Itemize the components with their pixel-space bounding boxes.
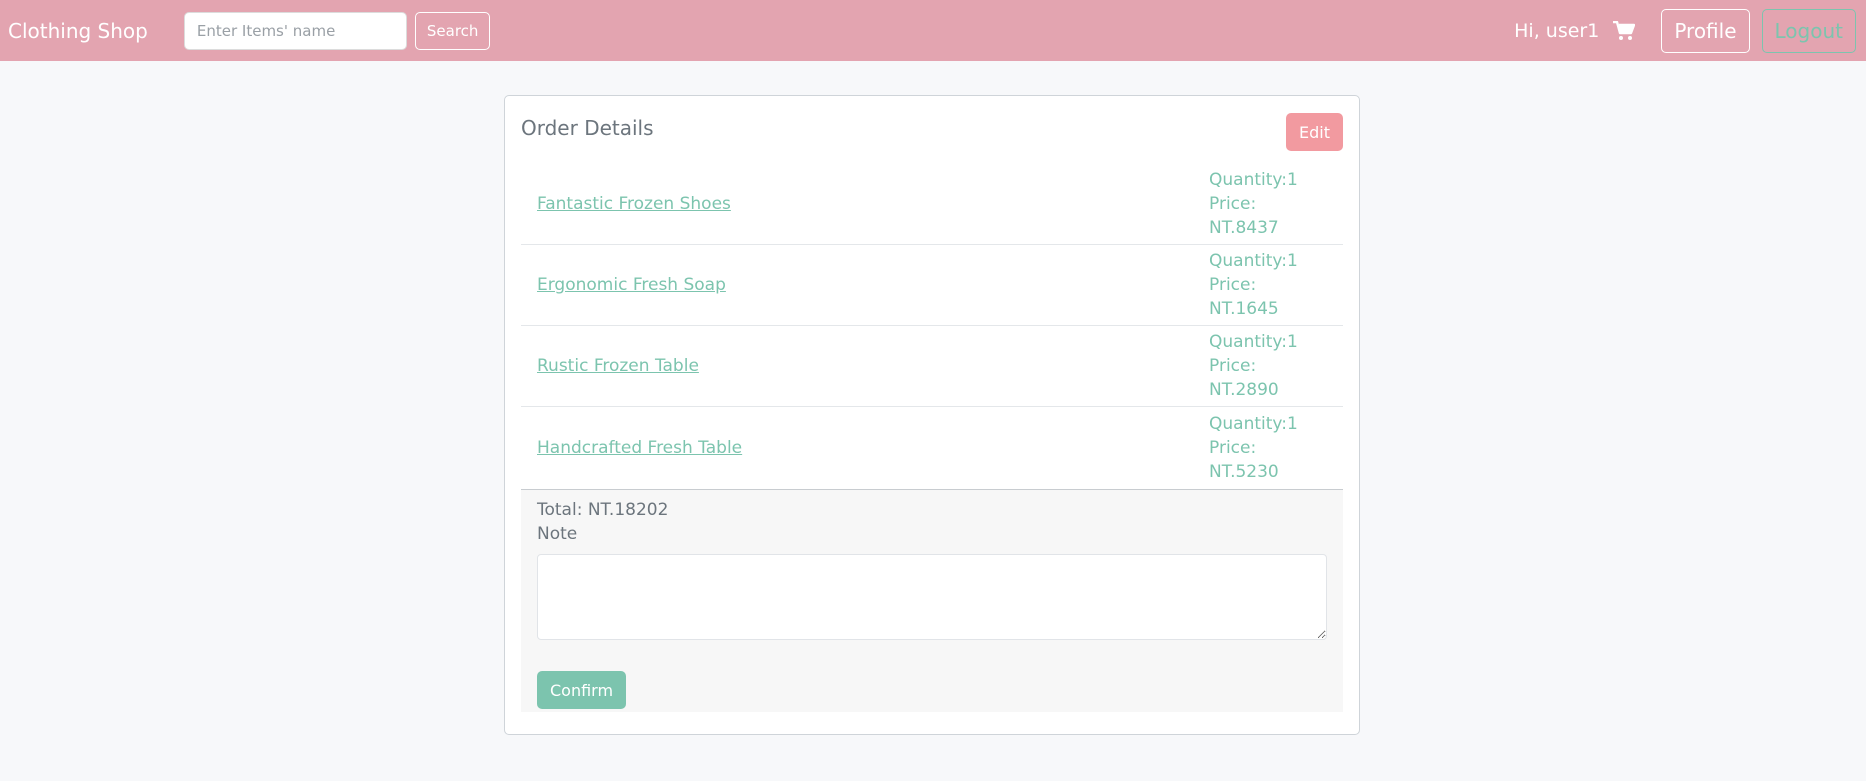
item-price: Price: NT.8437 <box>1209 194 1279 238</box>
order-details-card: Order Details Edit Fantastic Frozen Shoe… <box>504 95 1360 735</box>
search-input[interactable] <box>183 11 407 50</box>
note-textarea[interactable] <box>537 554 1327 640</box>
brand-logo[interactable]: Clothing Shop <box>8 19 148 43</box>
list-item: Fantastic Frozen Shoes Quantity:1 Price:… <box>521 164 1343 245</box>
confirm-button[interactable]: Confirm <box>537 671 627 709</box>
item-price: Price: NT.1645 <box>1209 275 1279 319</box>
note-label: Note <box>537 524 578 544</box>
item-name-link[interactable]: Handcrafted Fresh Table <box>537 438 742 458</box>
profile-button[interactable]: Profile <box>1661 8 1750 53</box>
search-button[interactable]: Search <box>414 11 491 50</box>
item-meta: Quantity:1 Price: NT.1645 <box>1209 249 1327 321</box>
item-quantity: Quantity:1 <box>1209 170 1298 190</box>
shopping-cart-icon[interactable] <box>1613 20 1636 42</box>
edit-order-button[interactable]: Edit <box>1286 113 1343 151</box>
list-item: Ergonomic Fresh Soap Quantity:1 Price: N… <box>521 245 1343 326</box>
order-items-list: Fantastic Frozen Shoes Quantity:1 Price:… <box>521 164 1343 488</box>
logout-button[interactable]: Logout <box>1761 8 1856 53</box>
item-name-link[interactable]: Ergonomic Fresh Soap <box>537 275 726 295</box>
item-meta: Quantity:1 Price: NT.8437 <box>1209 168 1327 240</box>
user-nav: Hi, user1 Profile Logout <box>1514 0 1856 61</box>
order-details-title: Order Details <box>521 116 654 140</box>
order-summary-footer: Total: NT.18202 Note Confirm <box>521 489 1343 712</box>
shopping-cart-icon-svg <box>1613 20 1636 40</box>
item-name-link[interactable]: Fantastic Frozen Shoes <box>537 194 731 214</box>
list-item: Handcrafted Fresh Table Quantity:1 Price… <box>521 407 1343 488</box>
item-quantity: Quantity:1 <box>1209 251 1298 271</box>
item-quantity: Quantity:1 <box>1209 413 1298 434</box>
order-total: Total: NT.18202 <box>537 500 669 520</box>
item-meta: Quantity:1 Price: NT.2890 <box>1209 330 1327 402</box>
list-item: Rustic Frozen Table Quantity:1 Price: NT… <box>521 326 1343 407</box>
user-greeting: Hi, user1 <box>1514 19 1600 42</box>
item-price: Price: NT.2890 <box>1209 356 1279 400</box>
item-name-link[interactable]: Rustic Frozen Table <box>537 356 699 376</box>
item-price: Price: NT.5230 <box>1209 437 1279 482</box>
top-navbar: Clothing Shop Search Hi, user1 Profile L… <box>0 0 1866 61</box>
item-meta: Quantity:1 Price: NT.5230 <box>1209 412 1327 484</box>
item-quantity: Quantity:1 <box>1209 332 1298 352</box>
